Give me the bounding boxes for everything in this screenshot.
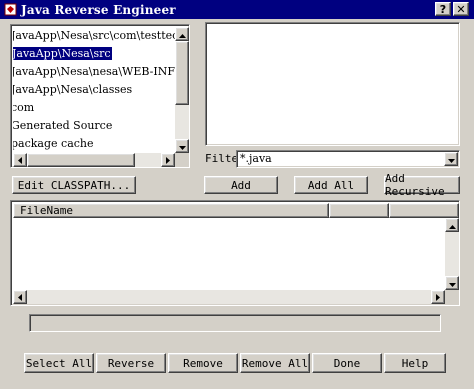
arrow-up-icon bbox=[448, 219, 456, 232]
remove-all-button[interactable]: Remove All bbox=[240, 353, 310, 373]
arrow-left-icon bbox=[18, 154, 22, 167]
table-vertical-scrollbar[interactable] bbox=[445, 218, 459, 290]
tree-item[interactable]: JavaApp\Nesa\classes bbox=[13, 81, 175, 99]
close-button[interactable]: ✕ bbox=[453, 2, 469, 16]
scroll-right-button[interactable] bbox=[161, 153, 175, 167]
column-header-size[interactable]: Size bbox=[329, 203, 415, 218]
tree-item[interactable]: JavaApp\Nesa\src bbox=[13, 45, 175, 63]
tree-item[interactable]: JavaApp\Nesa\src\com\testtech\ bbox=[13, 27, 175, 45]
tree-scroll-thumb[interactable] bbox=[175, 41, 189, 105]
file-list-preview[interactable] bbox=[205, 22, 460, 146]
tree-item[interactable]: Generated Source bbox=[13, 117, 175, 135]
chevron-down-icon bbox=[447, 153, 455, 166]
arrow-right-icon bbox=[166, 154, 170, 167]
table-scroll-left-button[interactable] bbox=[13, 290, 27, 304]
scroll-down-button[interactable] bbox=[175, 139, 189, 153]
edit-classpath-button[interactable]: Edit CLASSPATH... bbox=[12, 176, 136, 194]
tree-item-label: JavaApp\Nesa\src\com\testtech\ bbox=[13, 29, 175, 42]
tree-hscroll-thumb[interactable] bbox=[27, 153, 135, 167]
column-header-filler bbox=[389, 203, 459, 218]
help-button[interactable]: Help bbox=[384, 353, 446, 373]
remove-button[interactable]: Remove bbox=[168, 353, 238, 373]
window-title: Java Reverse Engineer bbox=[21, 2, 176, 17]
add-all-button[interactable]: Add All bbox=[294, 176, 368, 194]
column-header-filename[interactable]: FileName bbox=[13, 203, 329, 218]
tree-item[interactable]: package cache bbox=[13, 135, 175, 153]
tree-item[interactable]: com bbox=[13, 99, 175, 117]
scroll-corner bbox=[175, 153, 189, 167]
scroll-left-button[interactable] bbox=[13, 153, 27, 167]
arrow-up-icon bbox=[178, 28, 186, 41]
tree-item-label: com bbox=[13, 101, 35, 114]
scroll-up-button[interactable] bbox=[175, 27, 189, 41]
tree-item[interactable]: JavaApp\Nesa\nesa\WEB-INF\lib bbox=[13, 63, 175, 81]
java-app-icon bbox=[3, 3, 17, 17]
table-scroll-down-button[interactable] bbox=[445, 276, 459, 290]
tree-vertical-scrollbar[interactable] bbox=[175, 27, 189, 153]
directory-tree[interactable]: JavaApp\Nesa\src\com\testtech\ JavaApp\Ne… bbox=[10, 24, 190, 168]
tree-item-label: package cache bbox=[13, 137, 94, 150]
tree-item-label: JavaApp\Nesa\nesa\WEB-INF\lib bbox=[13, 65, 175, 78]
arrow-down-icon bbox=[448, 277, 456, 290]
close-icon: ✕ bbox=[456, 2, 466, 16]
filter-value: *.java bbox=[240, 152, 272, 165]
table-horizontal-scrollbar[interactable] bbox=[13, 290, 445, 304]
tree-item-label: JavaApp\Nesa\classes bbox=[13, 83, 133, 96]
add-button[interactable]: Add bbox=[204, 176, 278, 194]
table-header: FileName Size bbox=[13, 203, 459, 218]
tree-item-label: Generated Source bbox=[13, 119, 113, 132]
tree-horizontal-scrollbar[interactable] bbox=[13, 153, 175, 167]
filter-select[interactable]: *.java bbox=[236, 150, 460, 168]
filter-dropdown-button[interactable] bbox=[444, 152, 458, 166]
arrow-down-icon bbox=[178, 140, 186, 153]
table-scroll-corner bbox=[445, 290, 459, 304]
arrow-left-icon bbox=[18, 291, 22, 304]
tree-items: JavaApp\Nesa\src\com\testtech\ JavaApp\Ne… bbox=[13, 27, 175, 153]
tree-item-label: JavaApp\Nesa\src bbox=[13, 47, 112, 60]
progress-bar bbox=[29, 314, 441, 332]
question-icon: ? bbox=[439, 2, 447, 16]
table-scroll-right-button[interactable] bbox=[431, 290, 445, 304]
file-table[interactable]: FileName Size bbox=[10, 200, 460, 306]
help-title-button[interactable]: ? bbox=[435, 2, 451, 16]
arrow-right-icon bbox=[436, 291, 440, 304]
done-button[interactable]: Done bbox=[312, 353, 382, 373]
reverse-button[interactable]: Reverse bbox=[96, 353, 166, 373]
title-bar: Java Reverse Engineer ? ✕ bbox=[0, 0, 474, 19]
filter-label: Filte bbox=[205, 152, 239, 165]
table-scroll-up-button[interactable] bbox=[445, 218, 459, 232]
add-recursive-button[interactable]: Add Recursive bbox=[384, 172, 460, 198]
select-all-button[interactable]: Select All bbox=[24, 353, 94, 373]
